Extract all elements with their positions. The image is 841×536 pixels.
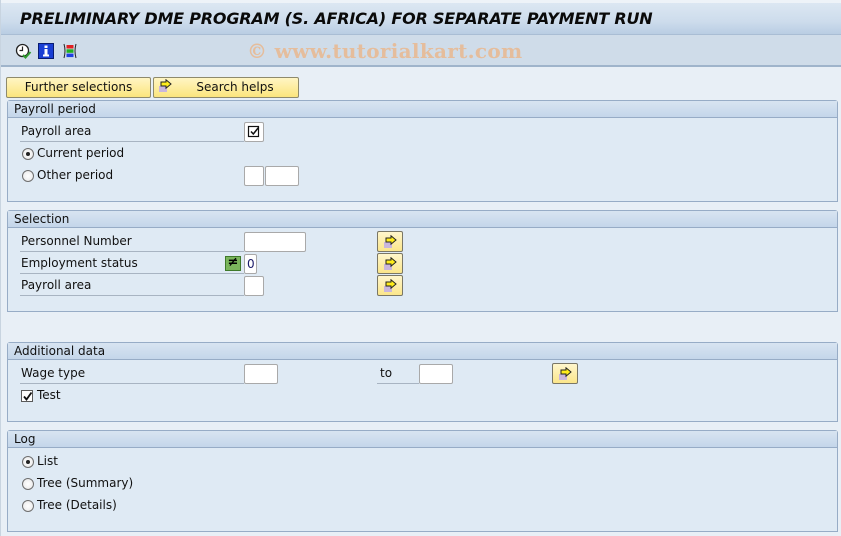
log-tree-details-radio[interactable] (22, 500, 34, 512)
multiple-selection-arrow-icon (384, 235, 397, 248)
watermark: © www.tutorialkart.com (247, 39, 523, 63)
not-equal-operator-icon[interactable]: ≠ (225, 256, 241, 271)
page-title: PRELIMINARY DME PROGRAM (S. AFRICA) FOR … (20, 9, 653, 28)
log-tree-summary-radio[interactable] (22, 478, 34, 490)
checkmark-icon (23, 391, 33, 401)
group-title: Payroll period (8, 101, 837, 118)
employment-status-label: Employment status (20, 254, 244, 274)
selection-payroll-area-label: Payroll area (20, 276, 244, 296)
execute-clock-icon[interactable] (15, 43, 32, 59)
payroll-area-checkbox[interactable] (244, 122, 264, 142)
info-icon[interactable] (38, 43, 54, 59)
multiple-selection-arrow-icon (158, 78, 174, 99)
to-label: to (377, 364, 419, 384)
wage-type-multiple-selection-button[interactable] (552, 363, 578, 384)
group-payroll-period: Payroll period (7, 100, 838, 202)
payroll-area-label: Payroll area (20, 122, 244, 142)
other-period-radio[interactable] (22, 170, 34, 182)
group-title: Selection (8, 211, 837, 228)
group-title: Additional data (8, 343, 837, 360)
current-period-label: Current period (37, 146, 125, 160)
application-toolbar: © www.tutorialkart.com (1, 35, 841, 67)
multiple-selection-arrow-icon (559, 367, 572, 380)
other-period-label: Other period (37, 168, 114, 182)
test-label: Test (37, 388, 61, 402)
other-period-field-1[interactable] (244, 166, 264, 186)
selection-payroll-area-input[interactable] (244, 276, 264, 296)
other-period-field-2[interactable] (265, 166, 299, 186)
wage-type-to-input[interactable] (419, 364, 453, 384)
log-list-radio[interactable] (22, 456, 34, 468)
log-list-label: List (37, 454, 58, 468)
multiple-selection-arrow-icon (384, 279, 397, 292)
wage-type-from-input[interactable] (244, 364, 278, 384)
payroll-area-multiple-selection-button[interactable] (377, 275, 403, 296)
multiple-selection-arrow-icon (384, 257, 397, 270)
current-period-radio[interactable] (22, 148, 34, 160)
group-title: Log (8, 431, 837, 448)
wage-type-label: Wage type (20, 364, 244, 384)
test-checkbox[interactable] (21, 390, 33, 402)
employment-status-input[interactable]: 0 (244, 254, 257, 274)
further-selections-button[interactable]: Further selections (6, 77, 151, 98)
personnel-number-label: Personnel Number (20, 232, 244, 252)
title-bar: PRELIMINARY DME PROGRAM (S. AFRICA) FOR … (1, 0, 841, 35)
checkbox-checked-icon (247, 125, 260, 138)
selection-screen-variant-icon[interactable] (62, 43, 78, 59)
log-tree-details-label: Tree (Details) (37, 498, 117, 512)
search-helps-label: Search helps (196, 80, 274, 94)
log-tree-summary-label: Tree (Summary) (37, 476, 134, 490)
personnel-number-multiple-selection-button[interactable] (377, 231, 403, 252)
search-helps-button[interactable]: Search helps (153, 77, 299, 98)
employment-status-multiple-selection-button[interactable] (377, 253, 403, 274)
further-selections-label: Further selections (24, 80, 133, 94)
personnel-number-input[interactable] (244, 232, 306, 252)
